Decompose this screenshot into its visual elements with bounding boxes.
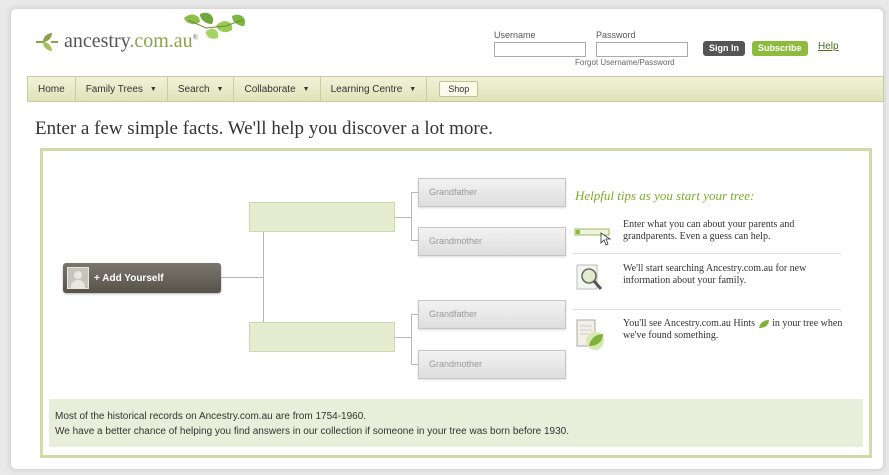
- maternal-grandmother-box[interactable]: Grandmother: [418, 350, 566, 379]
- records-note-line: Most of the historical records on Ancest…: [55, 411, 367, 422]
- ancestry-logo[interactable]: ancestry.com.au®: [34, 30, 198, 53]
- nav-collaborate[interactable]: Collaborate ▼: [234, 77, 321, 101]
- tips-title: Helpful tips as you start your tree:: [575, 188, 755, 203]
- add-yourself-label: + Add Yourself: [94, 272, 164, 284]
- connector-line: [411, 192, 412, 240]
- logo-text: ancestry.com.au®: [64, 30, 198, 52]
- nav-shop[interactable]: Shop: [439, 81, 479, 97]
- father-box[interactable]: [249, 202, 395, 232]
- records-note-line: We have a better chance of helping you f…: [55, 426, 570, 437]
- mother-box[interactable]: [249, 322, 395, 352]
- chevron-down-icon: ▼: [302, 85, 310, 93]
- form-pointer-icon: [573, 219, 617, 249]
- username-group: Username: [494, 30, 586, 57]
- leaf-logo-icon: [36, 32, 58, 51]
- records-note: Most of the historical records on Ancest…: [49, 399, 863, 447]
- paternal-grandfather-box[interactable]: Grandfather: [418, 178, 566, 207]
- connector-line: [395, 217, 411, 218]
- paternal-grandmother-box[interactable]: Grandmother: [418, 227, 566, 256]
- subscribe-button[interactable]: Subscribe: [752, 41, 808, 56]
- password-label: Password: [596, 30, 636, 40]
- add-yourself-button[interactable]: + Add Yourself: [63, 263, 221, 293]
- tip-text: You'll see Ancestry.com.au Hints in your…: [623, 318, 843, 341]
- tip-item: We'll start searching Ancestry.com.au fo…: [573, 263, 843, 293]
- chevron-down-icon: ▼: [149, 85, 157, 93]
- chevron-down-icon: ▼: [216, 85, 224, 93]
- tip-divider: [573, 253, 841, 254]
- username-label: Username: [494, 30, 536, 40]
- connector-line: [411, 314, 418, 315]
- tip-divider: [573, 309, 841, 310]
- tip-item: You'll see Ancestry.com.au Hints in your…: [573, 318, 843, 350]
- connector-line: [411, 240, 418, 241]
- magnifier-icon: [573, 263, 617, 293]
- nav-search[interactable]: Search ▼: [168, 77, 235, 101]
- password-input[interactable]: [596, 42, 688, 57]
- hint-document-icon: [573, 318, 617, 350]
- chevron-down-icon: ▼: [409, 85, 417, 93]
- connector-line: [411, 314, 412, 364]
- tip-text: Enter what you can about your parents an…: [623, 219, 795, 242]
- main-nav: Home Family Trees ▼ Search ▼ Collaborate ▼ …: [27, 76, 884, 102]
- username-input[interactable]: [494, 42, 586, 57]
- nav-learning-centre[interactable]: Learning Centre ▼: [321, 77, 428, 101]
- sign-in-button[interactable]: Sign In: [703, 41, 745, 56]
- connector-line: [221, 277, 263, 278]
- page-headline: Enter a few simple facts. We'll help you…: [35, 118, 493, 139]
- tip-text: We'll start searching Ancestry.com.au fo…: [623, 263, 807, 286]
- connector-line: [395, 337, 411, 338]
- nav-family-trees[interactable]: Family Trees ▼: [76, 77, 168, 101]
- avatar-placeholder-icon: [67, 267, 89, 289]
- maternal-grandfather-box[interactable]: Grandfather: [418, 300, 566, 329]
- password-group: Password: [596, 30, 688, 57]
- connector-line: [411, 364, 418, 365]
- connector-line: [411, 192, 418, 193]
- tree-panel: + Add Yourself Grandfather Grandmother G…: [40, 148, 872, 458]
- nav-home[interactable]: Home: [28, 77, 76, 101]
- forgot-link[interactable]: Forgot Username/Password: [575, 58, 675, 67]
- connector-line: [263, 217, 264, 338]
- help-link[interactable]: Help: [818, 41, 839, 52]
- tip-item: Enter what you can about your parents an…: [573, 219, 843, 249]
- hint-leaf-icon: [758, 319, 769, 328]
